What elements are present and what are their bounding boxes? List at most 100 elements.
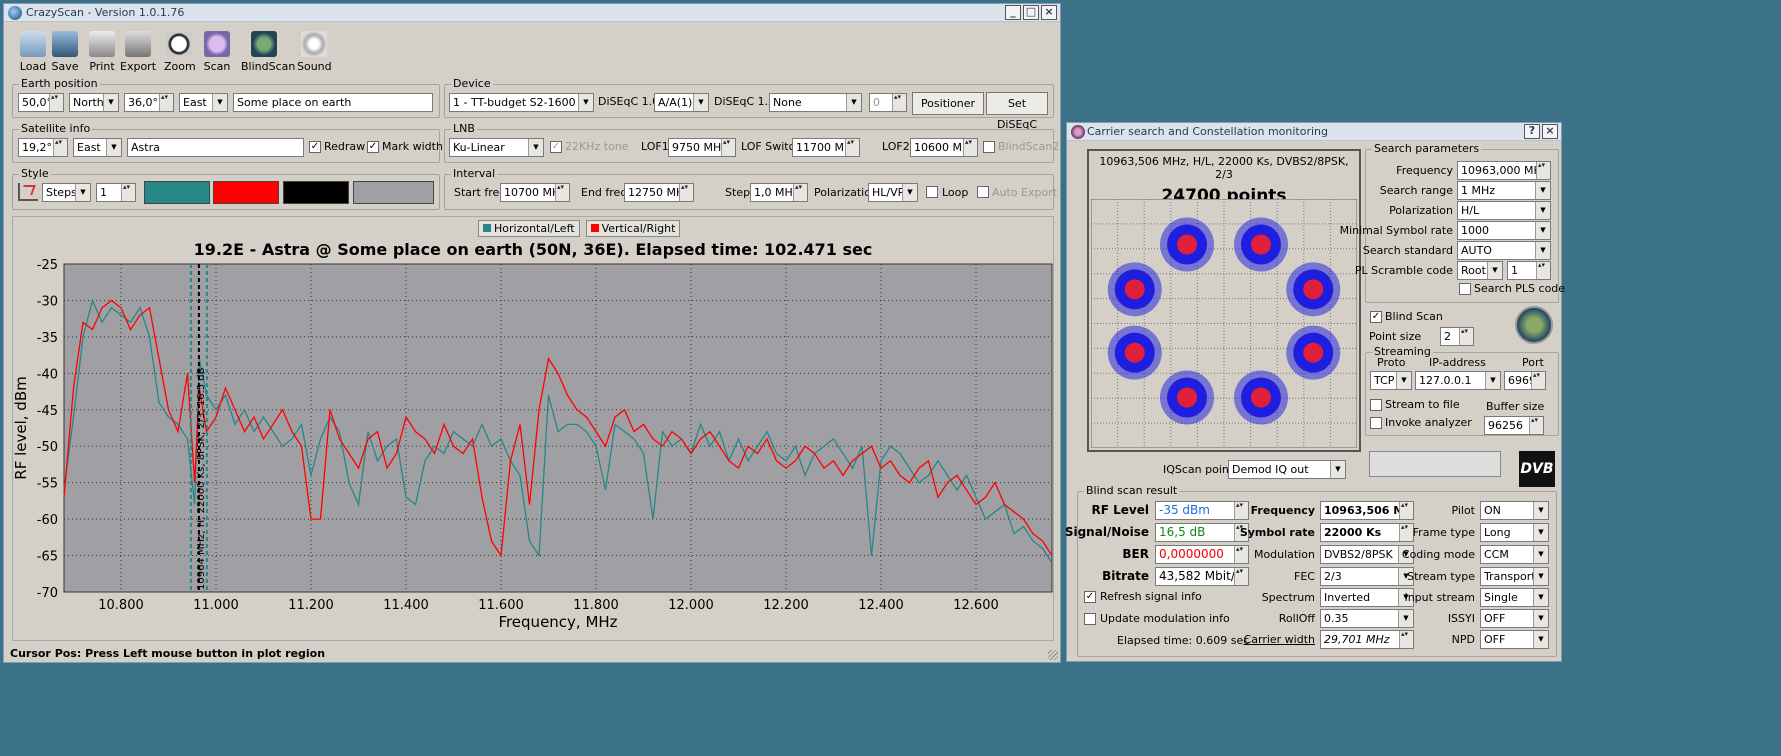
search-pls-checkbox[interactable]: [1459, 283, 1471, 295]
cs-freq-label: Frequency: [1396, 164, 1453, 177]
marker-label: 10964 MHz, H, 22000 Ks, 8PSK, 2/3, 16.5 …: [196, 367, 207, 590]
symbol-rate-label: Symbol rate: [1239, 526, 1315, 539]
latitude-dir-select[interactable]: North: [69, 93, 119, 112]
toolbar-print[interactable]: Print: [87, 28, 117, 80]
sat-position-input[interactable]: 19,2°: [18, 138, 68, 157]
toolbar-blindscan[interactable]: BlindScan: [241, 28, 295, 80]
lnb-type-select[interactable]: Ku-Linear: [449, 138, 544, 157]
background-color-swatch[interactable]: [353, 181, 434, 204]
spectrum-label: Spectrum: [1261, 591, 1315, 604]
diseqc10-select[interactable]: A/A(1): [654, 93, 709, 112]
toolbar-scan[interactable]: Scan: [202, 28, 232, 80]
update-checkbox[interactable]: [1084, 613, 1096, 625]
rolloff-select[interactable]: 0.35: [1320, 609, 1414, 628]
lof2-input[interactable]: 10600 MHz: [910, 138, 978, 157]
step-input[interactable]: 1,0 MHz: [750, 183, 808, 202]
spectrum-plot[interactable]: -25 -30 -35 -40 -45 -50 -55 -60 -65 -70 10.800 11.0…: [4, 254, 1062, 644]
start-freq-input[interactable]: 10700 MHz: [500, 183, 570, 202]
point-size-input[interactable]: 2: [1440, 327, 1474, 346]
pilot-select[interactable]: ON: [1480, 501, 1549, 520]
issyi-select[interactable]: OFF: [1480, 609, 1549, 628]
style-mode-select[interactable]: Steps: [42, 183, 91, 202]
constellation-cluster-core: [1177, 387, 1198, 408]
blindscan2-checkbox[interactable]: [983, 141, 995, 153]
spectrum-select[interactable]: Inverted: [1320, 588, 1414, 607]
cs-pls-input[interactable]: 1: [1507, 261, 1551, 280]
stream-type-select[interactable]: Transport: [1480, 567, 1549, 586]
close-button[interactable]: ×: [1041, 5, 1057, 20]
y-tick-label: -65: [37, 550, 58, 565]
tone-checkbox[interactable]: ✓: [550, 141, 562, 153]
horizontal-color-swatch[interactable]: [144, 181, 210, 204]
longitude-dir-select[interactable]: East: [179, 93, 228, 112]
sat-name-input[interactable]: Astra: [127, 138, 304, 157]
cs-range-select[interactable]: 1 MHz: [1457, 181, 1551, 200]
ip-select[interactable]: 127.0.0.1: [1415, 371, 1501, 390]
port-input[interactable]: 6969: [1504, 371, 1546, 390]
latitude-input[interactable]: 50,0°: [18, 93, 64, 112]
proto-select[interactable]: TCP: [1370, 371, 1412, 390]
iqscan-select[interactable]: Demod IQ out: [1228, 460, 1346, 479]
toolbar-load[interactable]: Load: [18, 28, 48, 80]
lof1-input[interactable]: 9750 MHz: [668, 138, 736, 157]
legend-item-vertical[interactable]: Vertical/Right: [585, 220, 681, 237]
frame-type-select[interactable]: Long: [1480, 523, 1549, 542]
coding-mode-select[interactable]: CCM: [1480, 545, 1549, 564]
minimize-button[interactable]: _: [1005, 5, 1021, 20]
buffer-size-input[interactable]: 96256: [1484, 416, 1544, 435]
carrier-width-value: 29,701 MHz: [1320, 630, 1414, 649]
autoexport-checkbox[interactable]: [977, 186, 989, 198]
polarization-select[interactable]: HL/VR: [868, 183, 918, 202]
modulation-select[interactable]: DVBS2/8PSK: [1320, 545, 1414, 564]
npd-select[interactable]: OFF: [1480, 630, 1549, 649]
toolbar-export[interactable]: Export: [120, 28, 156, 80]
iqscan-label: IQScan point: [1163, 463, 1234, 476]
toolbar-sound[interactable]: Sound: [297, 28, 332, 80]
ber-label: BER: [1122, 547, 1149, 561]
end-freq-input[interactable]: 12750 MHz: [624, 183, 694, 202]
refresh-label: Refresh signal info: [1100, 590, 1202, 603]
cs-freq-input[interactable]: 10963,000 MHz: [1457, 161, 1551, 180]
loop-checkbox[interactable]: [926, 186, 938, 198]
sat-dir-select[interactable]: East: [73, 138, 122, 157]
cs-msr-select[interactable]: 1000: [1457, 221, 1551, 240]
vertical-color-swatch[interactable]: [213, 181, 279, 204]
input-stream-select[interactable]: Single: [1480, 588, 1549, 607]
device-select[interactable]: 1 - TT-budget S2-1600: [449, 93, 594, 112]
invoke-analyzer-checkbox[interactable]: [1370, 417, 1382, 429]
stream-file-checkbox[interactable]: [1370, 399, 1382, 411]
markwidth-checkbox[interactable]: ✓: [367, 141, 379, 153]
toolbar-zoom[interactable]: Zoom: [164, 28, 196, 80]
x-axis-label: Frequency, MHz: [498, 613, 617, 631]
cs-pls-mode-select[interactable]: Root: [1457, 261, 1503, 280]
longitude-input[interactable]: 36,0°: [124, 93, 174, 112]
cs-pol-select[interactable]: H/L: [1457, 201, 1551, 220]
result-freq-value: 10963,506 MHz: [1320, 501, 1414, 520]
set-diseqc-button[interactable]: Set DiSEqC: [986, 92, 1048, 131]
help-button[interactable]: ?: [1524, 124, 1540, 139]
start-freq-label: Start freq: [454, 186, 507, 199]
refresh-checkbox[interactable]: ✓: [1084, 591, 1096, 603]
lofsw-input[interactable]: 11700 MHz: [792, 138, 860, 157]
resize-grip-icon[interactable]: [1048, 650, 1058, 660]
fec-select[interactable]: 2/3: [1320, 567, 1414, 586]
blindscan-icon: [251, 31, 277, 57]
blindscan-logo[interactable]: [1515, 306, 1553, 344]
diseqc-pos-input[interactable]: 0: [869, 93, 907, 112]
legend-item-horizontal[interactable]: Horizontal/Left: [478, 220, 580, 237]
cs-close-button[interactable]: ×: [1542, 124, 1558, 139]
y-tick-label: -50: [37, 440, 58, 455]
update-label: Update modulation info: [1100, 612, 1230, 625]
blind-scan-checkbox[interactable]: ✓: [1370, 311, 1382, 323]
place-input[interactable]: Some place on earth: [233, 93, 433, 112]
toolbar-save[interactable]: Save: [50, 28, 80, 80]
style-width-input[interactable]: 1: [96, 183, 136, 202]
redraw-checkbox[interactable]: ✓: [309, 141, 321, 153]
cs-std-select[interactable]: AUTO: [1457, 241, 1551, 260]
maximize-button[interactable]: □: [1023, 5, 1039, 20]
carrier-width-label[interactable]: Carrier width: [1244, 633, 1315, 646]
positioner-button[interactable]: Positioner: [912, 92, 984, 115]
marker-color-swatch[interactable]: [283, 181, 349, 204]
diseqc1x-select[interactable]: None: [769, 93, 862, 112]
markwidth-label: Mark width: [382, 140, 443, 153]
